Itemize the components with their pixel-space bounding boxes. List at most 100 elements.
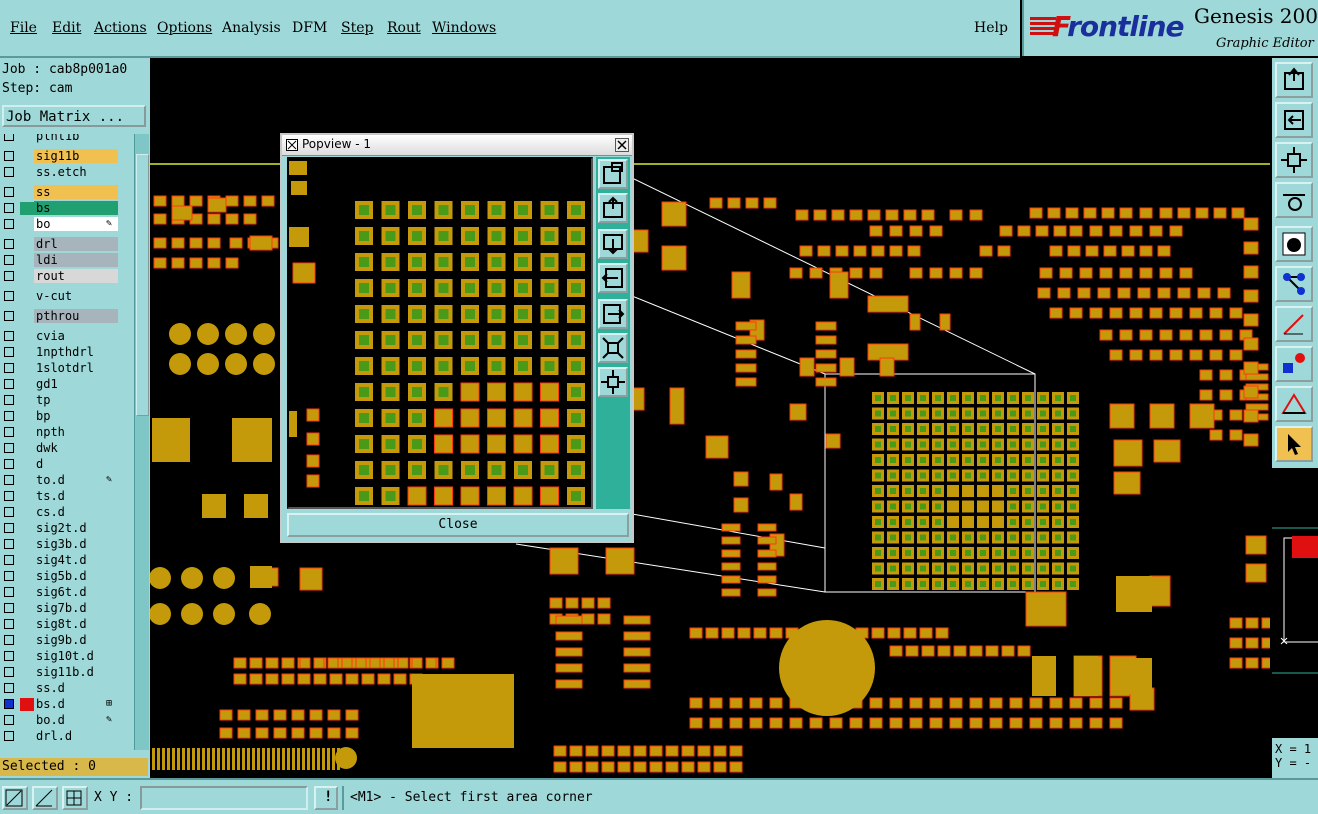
layer-checkbox[interactable] [4,603,14,613]
layer-checkbox[interactable] [4,239,14,249]
job-matrix-button[interactable]: Job Matrix ... [2,105,146,127]
layer-checkbox[interactable] [4,311,14,321]
layer-checkbox[interactable] [4,291,14,301]
layer-checkbox[interactable] [4,379,14,389]
layer-row-sig5b-d[interactable]: sig5b.d [0,568,134,584]
pointer-tool-button[interactable] [1275,426,1313,462]
layer-row-v-cut[interactable]: v-cut [0,288,134,304]
layer-checkbox[interactable] [4,331,14,341]
layer-row-pthrou[interactable]: pthrou [0,308,134,324]
layer-row-1npthdrl[interactable]: 1npthdrl [0,344,134,360]
layer-row-1slotdrl[interactable]: 1slotdrl [0,360,134,376]
layer-checkbox[interactable] [4,395,14,405]
popview-close-button[interactable]: Close [287,513,629,537]
layer-checkbox[interactable] [4,255,14,265]
layer-checkbox[interactable] [4,347,14,357]
window-menu-icon[interactable] [286,139,298,151]
menu-options[interactable]: Options [157,20,212,36]
overview-map[interactable] [1272,468,1318,738]
popview-titlebar[interactable]: Popview - 1 [282,135,632,156]
layer-row-cs-d[interactable]: cs.d [0,504,134,520]
layer-checkbox[interactable] [4,539,14,549]
grid-button[interactable] [62,786,88,810]
layer-row-sig10t-d[interactable]: sig10t.d [0,648,134,664]
layer-checkbox[interactable] [4,699,14,709]
layer-checkbox[interactable] [4,667,14,677]
zoom-back-button[interactable] [1275,102,1313,138]
layer-checkbox[interactable] [4,715,14,725]
measure-button[interactable] [1275,182,1313,218]
add-feature-button[interactable] [1275,346,1313,382]
layer-row-tp[interactable]: tp [0,392,134,408]
layer-checkbox[interactable] [4,411,14,421]
menu-windows[interactable]: Windows [432,20,496,36]
menu-step[interactable]: Step [341,20,373,36]
layer-row-d[interactable]: d [0,456,134,472]
line-tool-button[interactable] [1275,306,1313,342]
layer-row-sig2t-d[interactable]: sig2t.d [0,520,134,536]
layer-row-bs[interactable]: bs [0,200,134,216]
popview-fit-button[interactable] [598,333,628,363]
layer-checkbox[interactable] [4,491,14,501]
triangle-tool-button[interactable] [1275,386,1313,422]
layer-checkbox[interactable] [4,619,14,629]
popview-pan-left-button[interactable] [598,263,628,293]
snap-button[interactable] [2,786,28,810]
layer-row-ts-d[interactable]: ts.d [0,488,134,504]
menu-help[interactable]: Help [974,20,1008,36]
menu-rout[interactable]: Rout [387,20,421,36]
layer-list-scrollbar[interactable] [134,134,149,750]
layer-row-ldi[interactable]: ldi [0,252,134,268]
layer-checkbox[interactable] [4,587,14,597]
layer-checkbox[interactable] [4,134,14,141]
layer-row-ss[interactable]: ss [0,184,134,200]
layer-row-sig4t-d[interactable]: sig4t.d [0,552,134,568]
layer-checkbox[interactable] [4,507,14,517]
layer-checkbox[interactable] [4,651,14,661]
measure-mode-button[interactable] [32,786,58,810]
layer-row-dwk[interactable]: dwk [0,440,134,456]
layer-checkbox[interactable] [4,635,14,645]
layer-row-sig3b-d[interactable]: sig3b.d [0,536,134,552]
layer-checkbox[interactable] [4,203,14,213]
zoom-fit-button[interactable] [1275,142,1313,178]
layer-row-ss-d[interactable]: ss.d [0,680,134,696]
scrollbar-thumb[interactable] [136,154,149,416]
layer-row-sig11b-d[interactable]: sig11b.d [0,664,134,680]
layer-checkbox[interactable] [4,475,14,485]
close-icon[interactable] [615,138,629,152]
menu-actions[interactable]: Actions [94,20,147,36]
popview-home-button[interactable] [598,193,628,223]
net-tool-button[interactable] [1275,266,1313,302]
layer-checkbox[interactable] [4,571,14,581]
layer-row-to-d[interactable]: to.d ✎ [0,472,134,488]
pad-tool-button[interactable] [1275,226,1313,262]
popview-pan-down-button[interactable] [598,229,628,259]
popview-zoom-in-button[interactable] [598,159,628,189]
layer-row-cvia[interactable]: cvia [0,328,134,344]
layer-checkbox[interactable] [4,731,14,741]
layer-row-sig6t-d[interactable]: sig6t.d [0,584,134,600]
menu-edit[interactable]: Edit [52,20,81,36]
popview-pan-right-button[interactable] [598,299,628,329]
layer-checkbox[interactable] [4,187,14,197]
layer-row-sig9b-d[interactable]: sig9b.d [0,632,134,648]
layer-row-rout[interactable]: rout [0,268,134,284]
layer-checkbox[interactable] [4,167,14,177]
layer-row-bo-d[interactable]: bo.d ✎ [0,712,134,728]
layer-checkbox[interactable] [4,555,14,565]
layer-row-drl[interactable]: drl [0,236,134,252]
layer-checkbox[interactable] [4,151,14,161]
menu-analysis[interactable]: Analysis [222,20,281,36]
layer-checkbox[interactable] [4,523,14,533]
layer-row-bo[interactable]: bo ✎ [0,216,134,232]
layer-checkbox[interactable] [4,443,14,453]
layer-row-drl-d[interactable]: drl.d [0,728,134,744]
info-button[interactable]: ! [314,786,338,810]
layer-row-gd1[interactable]: gd1 [0,376,134,392]
layer-row-sig8t-d[interactable]: sig8t.d [0,616,134,632]
layer-checkbox[interactable] [4,683,14,693]
popview-canvas[interactable] [287,157,593,558]
menu-file[interactable]: File [10,20,37,36]
layer-row-bs-d[interactable]: bs.d ⊞ [0,696,134,712]
